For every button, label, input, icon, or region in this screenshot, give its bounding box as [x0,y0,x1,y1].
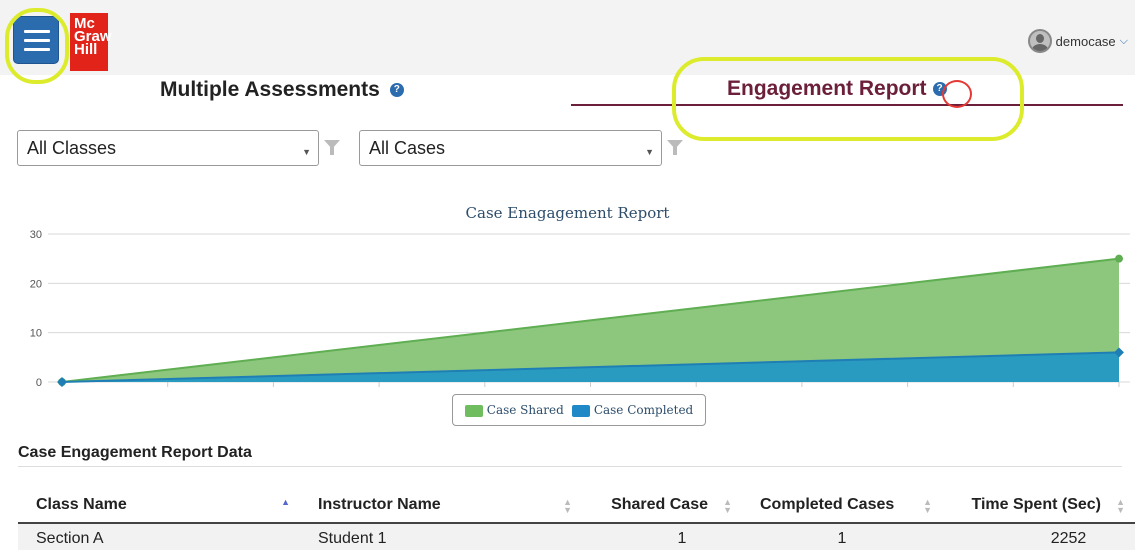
legend-item-case-shared[interactable]: Case Shared [464,403,564,417]
cell-shared-case: 1 [582,523,742,550]
username: democase [1055,33,1116,49]
tab-engagement-report[interactable]: Engagement Report ? [727,77,947,101]
user-avatar-icon [1027,29,1052,53]
column-label: Instructor Name [318,495,441,513]
cell-instructor-name: Student 1 [300,523,582,550]
case-select[interactable]: All Cases ▼ [359,130,662,166]
legend-label: Case Shared [486,403,564,417]
tab-label: Multiple Assessments [160,78,380,101]
case-select-value: All Cases [369,138,446,158]
table-header-row: Class Name ▲ Instructor Name ▲ ▼ Shared Cas… [18,487,1135,524]
active-tab-underline [571,104,1123,106]
column-header-class-name[interactable]: Class Name ▲ [18,487,300,524]
sort-icon[interactable]: ▲ ▼ [923,498,932,515]
help-icon[interactable]: ? [932,82,947,96]
data-point [1115,254,1123,263]
help-icon[interactable]: ? [389,83,404,97]
filter-icon[interactable] [324,140,340,155]
dropdown-arrow-icon: ▼ [645,147,654,157]
table-row[interactable]: Section A Student 1 1 1 2252 [18,523,1135,550]
column-header-shared-case[interactable]: Shared Case ▲ ▼ [582,487,742,524]
sort-icon[interactable]: ▲ ▼ [1116,498,1125,515]
y-tick-label: 30 [30,229,42,241]
sort-icon[interactable]: ▲ ▼ [723,498,732,515]
sort-icon[interactable]: ▲ ▼ [563,498,572,515]
column-label: Completed Cases [760,495,895,513]
y-tick-label: 10 [30,328,42,340]
menu-bar-line [24,30,50,33]
tab-multiple-assessments[interactable]: Multiple Assessments ? [160,78,404,102]
cell-completed-cases: 1 [742,523,942,550]
top-bar [0,0,1135,75]
column-label: Time Spent (Sec) [971,495,1101,513]
filter-icon[interactable] [667,140,683,155]
column-label: Shared Case [611,495,708,513]
tab-label: Engagement Report [727,77,927,100]
column-header-completed-cases[interactable]: Completed Cases ▲ ▼ [742,487,942,524]
legend-label: Case Completed [593,403,694,417]
column-header-time-spent[interactable]: Time Spent (Sec) ▲ ▼ [942,487,1135,524]
legend-item-case-completed[interactable]: Case Completed [571,403,694,417]
column-label: Class Name [36,495,127,513]
engagement-area-chart: 0 10 20 30 [30,229,1130,389]
sort-ascending-icon[interactable]: ▲ [281,498,290,507]
mcgraw-hill-logo: Mc Graw Hill [70,13,112,71]
class-select-value: All Classes [27,138,117,158]
cell-time-spent: 2252 [942,523,1135,550]
column-header-instructor-name[interactable]: Instructor Name ▲ ▼ [300,487,582,524]
user-menu[interactable]: democase ⌵ [1027,28,1128,54]
chart-legend: Case Shared Case Completed [452,394,706,426]
y-tick-label: 0 [36,377,42,389]
class-select[interactable]: All Classes ▼ [17,130,319,166]
dropdown-arrow-icon: ▼ [302,147,311,157]
hamburger-menu-button[interactable] [13,16,59,64]
menu-bar-line [24,48,50,51]
table-title: Case Engagement Report Data [18,444,252,461]
chevron-down-icon: ⌵ [1119,34,1128,47]
menu-bar-line [24,39,50,42]
divider [18,466,1122,467]
y-tick-label: 20 [30,278,42,290]
data-point [57,377,67,387]
cell-class-name: Section A [18,523,300,550]
engagement-data-table: Class Name ▲ Instructor Name ▲ ▼ Shared Cas… [18,487,1135,550]
